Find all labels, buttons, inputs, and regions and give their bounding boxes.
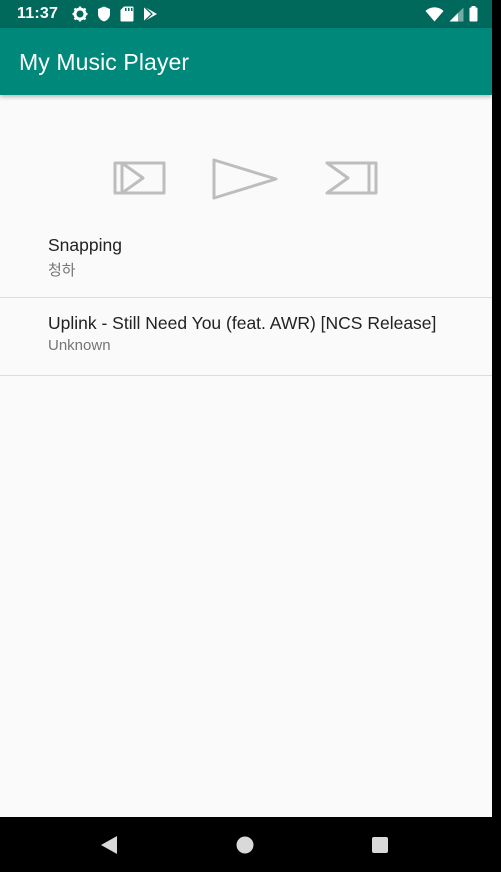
song-artist: 청하 (48, 262, 76, 279)
song-list: Snapping 청하 Uplink - Still Need You (fea… (0, 220, 492, 376)
list-item[interactable]: Snapping 청하 (0, 220, 492, 298)
home-circle-icon[interactable] (236, 835, 254, 860)
recents-square-icon[interactable] (371, 835, 389, 860)
battery-icon (469, 6, 478, 27)
song-title: Snapping (48, 235, 122, 255)
system-nav-bar (0, 817, 492, 872)
back-triangle-icon[interactable] (99, 835, 118, 860)
skip-previous-icon[interactable] (113, 158, 167, 203)
status-right-icons (425, 6, 478, 27)
skip-next-icon[interactable] (324, 158, 378, 203)
wifi-icon (425, 6, 444, 27)
app-title: My Music Player (19, 49, 190, 75)
signal-icon (449, 7, 464, 27)
status-left-icons (72, 6, 158, 27)
settings-icon (72, 6, 88, 27)
screen-edge (492, 0, 501, 872)
status-time: 11:37 (17, 5, 59, 22)
shield-icon (97, 6, 111, 27)
playback-controls (0, 150, 492, 210)
sd-card-icon (120, 6, 134, 27)
app-screen: 11:37 My Music Player Snapping 청하 Uplink… (0, 0, 492, 872)
app-bar: My Music Player (0, 28, 492, 95)
play-store-icon (143, 6, 158, 27)
list-item[interactable]: Uplink - Still Need You (feat. AWR) [NCS… (0, 298, 492, 376)
status-bar: 11:37 (0, 0, 492, 28)
song-artist: Unknown (48, 337, 111, 354)
song-title: Uplink - Still Need You (feat. AWR) [NCS… (48, 313, 437, 333)
play-icon[interactable] (211, 158, 279, 205)
